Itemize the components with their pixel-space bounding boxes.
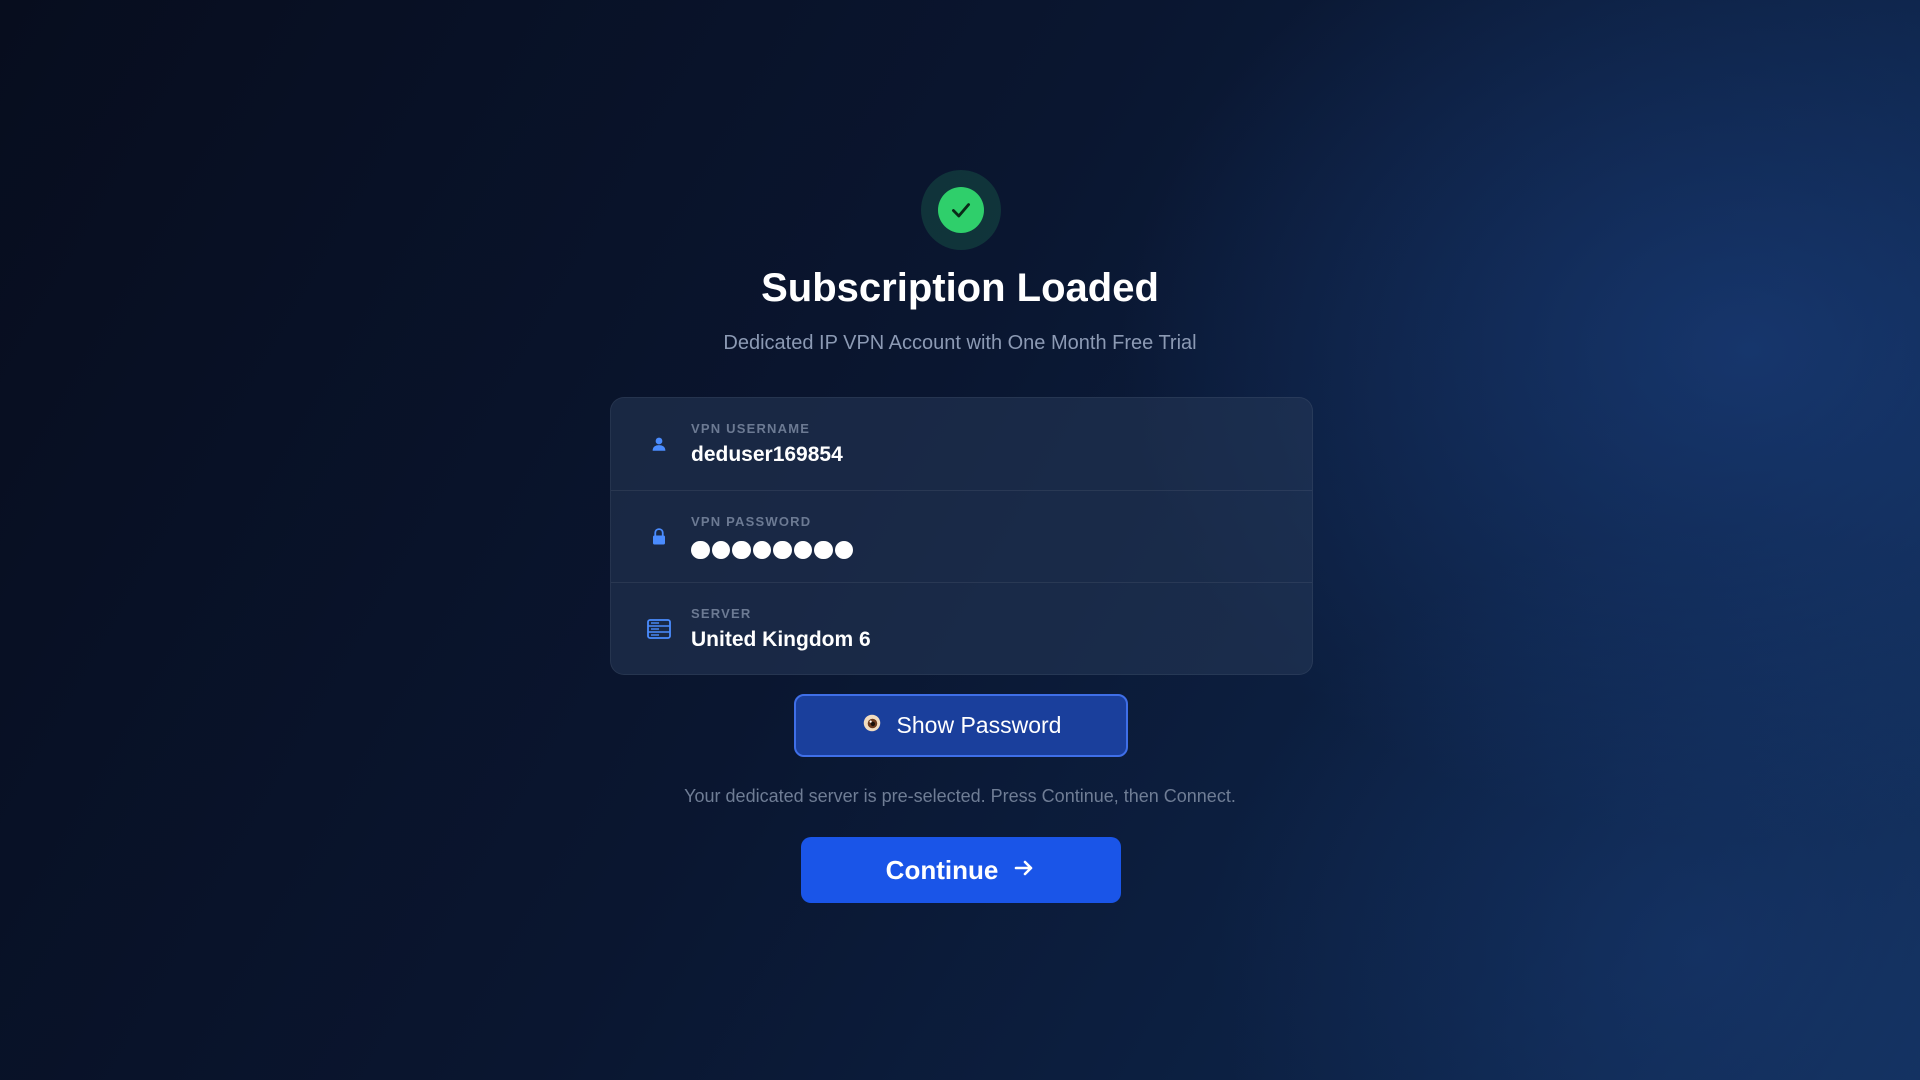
- server-value: United Kingdom 6: [691, 628, 871, 651]
- password-dot: [691, 540, 710, 559]
- password-dot: [711, 540, 730, 559]
- page-subtitle: Dedicated IP VPN Account with One Month …: [723, 332, 1197, 354]
- subscription-screen: Subscription Loaded Dedicated IP VPN Acc…: [0, 0, 1920, 1080]
- check-circle-icon: [938, 187, 984, 233]
- server-label: SERVER: [691, 606, 752, 621]
- username-value: deduser169854: [691, 443, 843, 466]
- page-title: Subscription Loaded: [761, 266, 1159, 310]
- show-password-button[interactable]: Show Password: [794, 694, 1128, 757]
- lock-icon: [647, 525, 671, 549]
- credentials-card: VPN USERNAME deduser169854 VPN PASSWORD: [610, 397, 1313, 675]
- success-badge: [921, 170, 1001, 250]
- password-dot: [732, 540, 751, 559]
- username-row: VPN USERNAME deduser169854: [611, 398, 1312, 491]
- username-label: VPN USERNAME: [691, 421, 811, 436]
- server-icon: [647, 617, 671, 641]
- password-dot: [773, 540, 792, 559]
- password-row: VPN PASSWORD: [611, 491, 1312, 583]
- password-dot: [752, 540, 771, 559]
- continue-label: Continue: [885, 854, 999, 885]
- password-label: VPN PASSWORD: [691, 513, 812, 529]
- password-dot: [834, 540, 853, 559]
- server-row: SERVER United Kingdom 6: [611, 583, 1312, 674]
- password-dot: [814, 540, 833, 559]
- arrow-right-icon: [1012, 856, 1036, 885]
- helper-text: Your dedicated server is pre-selected. P…: [684, 786, 1236, 806]
- user-icon: [647, 432, 671, 456]
- eye-icon: [861, 712, 883, 739]
- show-password-label: Show Password: [896, 712, 1062, 738]
- password-masked-value: [691, 540, 853, 559]
- password-dot: [793, 540, 812, 559]
- continue-button[interactable]: Continue: [801, 837, 1121, 903]
